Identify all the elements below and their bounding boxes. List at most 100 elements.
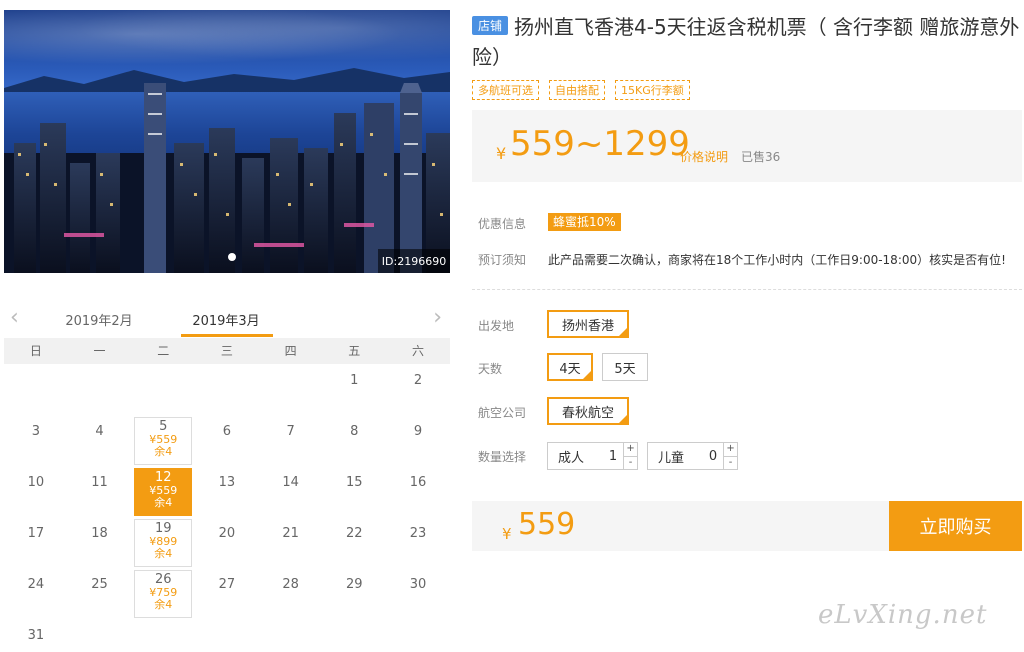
- day-number: 3: [31, 424, 40, 439]
- notice-text: 此产品需要二次确认，商家将在18个工作小时内（工作日9:00-18:00）核实是…: [548, 253, 1006, 267]
- promo-label: 优惠信息: [478, 217, 527, 231]
- buy-now-button[interactable]: 立即购买: [889, 501, 1022, 551]
- next-month-arrow-icon[interactable]: ›: [433, 307, 442, 329]
- promo-badge: 蜂蜜抵10%: [548, 213, 621, 231]
- adult-count[interactable]: 1: [599, 449, 623, 464]
- shop-badge[interactable]: 店铺: [472, 16, 509, 35]
- calendar-week: 3 4 5 ¥559 余4 6 7 8 9: [4, 415, 450, 466]
- calendar-day: 8: [322, 415, 386, 466]
- day-number: 22: [346, 526, 363, 541]
- notice-row: 预订须知 此产品需要二次确认，商家将在18个工作小时内（工作日9:00-18:0…: [478, 251, 1006, 268]
- adult-label: 成人: [558, 450, 585, 466]
- day-number: 24: [27, 577, 45, 592]
- day-number: 28: [282, 577, 299, 592]
- day-number: 21: [282, 526, 299, 541]
- site-watermark: eLvXing.net: [818, 600, 988, 630]
- day-number: 14: [282, 475, 299, 490]
- day-number: 31: [27, 628, 45, 643]
- calendar-day: 13: [195, 466, 259, 517]
- child-increment-button[interactable]: +: [724, 443, 737, 457]
- day-remaining: 余4: [154, 445, 173, 458]
- calendar-day: [195, 619, 259, 652]
- option-departure-yangzhou-hk[interactable]: 扬州香港: [547, 310, 629, 338]
- calendar-day[interactable]: 5 ¥559 余4: [131, 415, 195, 466]
- carousel-dot[interactable]: [228, 253, 236, 261]
- day-number: 23: [409, 526, 427, 541]
- option-airline-spring[interactable]: 春秋航空: [547, 397, 629, 425]
- weekday-label: 五: [348, 344, 361, 358]
- day-number: 29: [346, 577, 363, 592]
- adult-increment-button[interactable]: +: [624, 443, 637, 457]
- calendar-day: 29: [322, 568, 386, 619]
- tab-current-month[interactable]: 2019年3月: [181, 310, 271, 329]
- carousel-dots: [228, 253, 236, 261]
- option-days-5[interactable]: 5天: [602, 353, 648, 381]
- calendar-week: 24 25 26 ¥759 余4 27 28 29 30: [4, 568, 450, 619]
- calendar-day: 4: [68, 415, 132, 466]
- product-tag: 15KG行李额: [615, 80, 690, 100]
- quantity-label: 数量选择: [478, 450, 527, 464]
- prev-month-arrow-icon[interactable]: ‹: [10, 307, 19, 329]
- option-label: 春秋航空: [561, 405, 614, 421]
- adult-decrement-button[interactable]: -: [624, 457, 637, 470]
- option-days-4[interactable]: 4天: [547, 353, 593, 381]
- calendar-day: 1: [322, 364, 386, 415]
- child-quantity-stepper: 儿童 0 + -: [647, 442, 738, 470]
- day-number: 26: [154, 572, 172, 587]
- active-month-indicator: [181, 334, 273, 337]
- day-number: 19: [154, 521, 172, 536]
- calendar-day: 6: [195, 415, 259, 466]
- weekday-label: 四: [284, 344, 297, 358]
- product-tag: 自由搭配: [549, 80, 605, 100]
- image-id-tag: ID:2196690: [378, 249, 450, 273]
- currency-symbol: ¥: [502, 525, 512, 543]
- child-decrement-button[interactable]: -: [724, 457, 737, 470]
- calendar-day: [322, 619, 386, 652]
- tab-prev-month[interactable]: 2019年2月: [54, 310, 144, 329]
- product-title: 扬州直飞香港4-5天往返含税机票（ 含行李额 赠旅游意外险）: [472, 15, 1020, 69]
- days-label: 天数: [478, 362, 503, 376]
- day-number: 20: [218, 526, 236, 541]
- day-number: 13: [218, 475, 236, 490]
- calendar-day: 3: [4, 415, 68, 466]
- calendar-day: [195, 364, 259, 415]
- calendar-day: 16: [386, 466, 450, 517]
- day-number: 8: [350, 424, 359, 439]
- day-number: 5: [159, 419, 168, 434]
- calendar-day: 18: [68, 517, 132, 568]
- calendar-day: 7: [259, 415, 323, 466]
- option-label: 5天: [614, 361, 636, 377]
- day-number: 18: [91, 526, 108, 541]
- calendar-day: [386, 619, 450, 652]
- day-number: 25: [91, 577, 108, 592]
- calendar-day: [4, 364, 68, 415]
- calendar-day: 30: [386, 568, 450, 619]
- calendar-week: 10 11 12 ¥559 余4 13 14 15 16: [4, 466, 450, 517]
- day-number: 17: [27, 526, 45, 541]
- day-remaining: 余4: [154, 598, 173, 611]
- calendar-day: [68, 364, 132, 415]
- calendar-day[interactable]: 12 ¥559 余4: [131, 466, 195, 517]
- calendar-day[interactable]: 26 ¥759 余4: [131, 568, 195, 619]
- option-label: 4天: [559, 361, 581, 377]
- calendar-grid: 1 2 3 4 5 ¥559 余4 6 7 8 9 10 11 12 ¥559 余4 13 14 15 16 17 18 1…: [4, 364, 450, 652]
- calendar-day: [259, 619, 323, 652]
- calendar-day: [68, 619, 132, 652]
- calendar-day[interactable]: 19 ¥899 余4: [131, 517, 195, 568]
- calendar-day: 31: [4, 619, 68, 652]
- calendar-day: [131, 364, 195, 415]
- day-remaining: 余4: [154, 547, 173, 560]
- product-hero-image[interactable]: ID:2196690: [4, 10, 450, 273]
- child-count[interactable]: 0: [699, 449, 723, 464]
- option-label: 扬州香港: [561, 318, 614, 334]
- weekday-label: 一: [93, 344, 106, 358]
- price-explanation-link[interactable]: 价格说明: [680, 148, 728, 165]
- notice-label: 预订须知: [478, 253, 527, 267]
- day-number: 16: [409, 475, 427, 490]
- weekday-header: 日一二三四五六: [4, 338, 450, 364]
- product-title-block: 店铺 扬州直飞香港4-5天往返含税机票（ 含行李额 赠旅游意外险）: [472, 12, 1020, 72]
- calendar-day: 15: [322, 466, 386, 517]
- day-number: 11: [91, 475, 108, 490]
- price-box: ¥ 559~1299 价格说明 已售36: [472, 110, 1022, 182]
- product-tag: 多航班可选: [472, 80, 539, 100]
